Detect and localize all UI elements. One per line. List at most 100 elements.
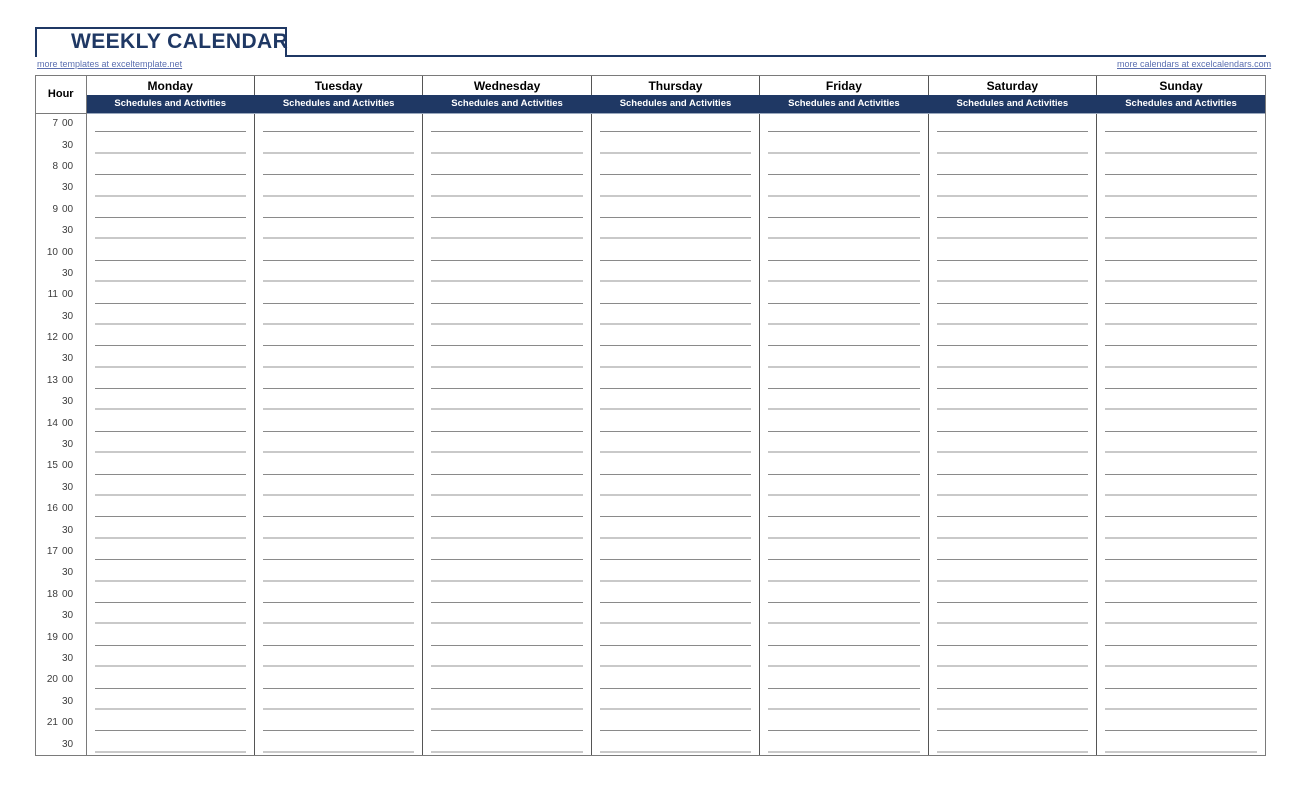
schedule-slot-thursday[interactable]	[591, 455, 761, 477]
schedule-slot-wednesday[interactable]	[422, 626, 592, 648]
schedule-slot-tuesday[interactable]	[254, 241, 424, 263]
schedule-slot-sunday[interactable]	[1096, 369, 1265, 392]
schedule-slot-friday[interactable]	[759, 476, 929, 499]
schedule-slot-tuesday[interactable]	[254, 669, 424, 691]
schedule-slot-sunday[interactable]	[1096, 669, 1265, 691]
schedule-slot-sunday[interactable]	[1096, 519, 1265, 541]
schedule-slot-saturday[interactable]	[928, 498, 1098, 520]
schedule-slot-friday[interactable]	[759, 262, 929, 285]
schedule-slot-wednesday[interactable]	[422, 733, 592, 755]
schedule-slot-tuesday[interactable]	[254, 198, 424, 220]
schedule-slot-friday[interactable]	[759, 177, 929, 199]
schedule-slot-wednesday[interactable]	[422, 326, 592, 349]
schedule-slot-sunday[interactable]	[1096, 155, 1265, 178]
schedule-slot-wednesday[interactable]	[422, 284, 592, 306]
schedule-slot-friday[interactable]	[759, 219, 929, 242]
schedule-slot-monday[interactable]	[86, 177, 255, 199]
schedule-slot-saturday[interactable]	[928, 412, 1098, 434]
schedule-slot-wednesday[interactable]	[422, 155, 592, 178]
schedule-slot-saturday[interactable]	[928, 305, 1098, 327]
schedule-slot-thursday[interactable]	[591, 262, 761, 285]
schedule-slot-sunday[interactable]	[1096, 305, 1265, 327]
schedule-slot-friday[interactable]	[759, 391, 929, 413]
schedule-slot-friday[interactable]	[759, 669, 929, 691]
schedule-slot-monday[interactable]	[86, 326, 255, 349]
schedule-slot-saturday[interactable]	[928, 113, 1098, 135]
schedule-slot-wednesday[interactable]	[422, 540, 592, 563]
schedule-slot-tuesday[interactable]	[254, 562, 424, 584]
schedule-slot-sunday[interactable]	[1096, 626, 1265, 648]
schedule-slot-monday[interactable]	[86, 583, 255, 605]
schedule-slot-thursday[interactable]	[591, 348, 761, 370]
schedule-slot-thursday[interactable]	[591, 134, 761, 156]
schedule-slot-thursday[interactable]	[591, 326, 761, 349]
schedule-slot-tuesday[interactable]	[254, 284, 424, 306]
schedule-slot-saturday[interactable]	[928, 326, 1098, 349]
schedule-slot-sunday[interactable]	[1096, 198, 1265, 220]
schedule-slot-wednesday[interactable]	[422, 241, 592, 263]
schedule-slot-tuesday[interactable]	[254, 604, 424, 627]
schedule-slot-wednesday[interactable]	[422, 348, 592, 370]
schedule-slot-saturday[interactable]	[928, 519, 1098, 541]
schedule-slot-sunday[interactable]	[1096, 455, 1265, 477]
schedule-slot-monday[interactable]	[86, 155, 255, 178]
schedule-slot-sunday[interactable]	[1096, 348, 1265, 370]
schedule-slot-monday[interactable]	[86, 476, 255, 499]
schedule-slot-thursday[interactable]	[591, 476, 761, 499]
schedule-slot-monday[interactable]	[86, 498, 255, 520]
schedule-slot-sunday[interactable]	[1096, 241, 1265, 263]
schedule-slot-monday[interactable]	[86, 305, 255, 327]
schedule-slot-monday[interactable]	[86, 711, 255, 734]
schedule-slot-sunday[interactable]	[1096, 219, 1265, 242]
schedule-slot-sunday[interactable]	[1096, 583, 1265, 605]
schedule-slot-friday[interactable]	[759, 583, 929, 605]
schedule-slot-monday[interactable]	[86, 604, 255, 627]
schedule-slot-wednesday[interactable]	[422, 433, 592, 456]
schedule-slot-monday[interactable]	[86, 241, 255, 263]
schedule-slot-saturday[interactable]	[928, 711, 1098, 734]
schedule-slot-friday[interactable]	[759, 326, 929, 349]
schedule-slot-sunday[interactable]	[1096, 326, 1265, 349]
schedule-slot-friday[interactable]	[759, 305, 929, 327]
schedule-slot-sunday[interactable]	[1096, 690, 1265, 712]
schedule-slot-wednesday[interactable]	[422, 113, 592, 135]
schedule-slot-wednesday[interactable]	[422, 412, 592, 434]
schedule-slot-wednesday[interactable]	[422, 711, 592, 734]
schedule-slot-tuesday[interactable]	[254, 519, 424, 541]
schedule-slot-monday[interactable]	[86, 391, 255, 413]
schedule-slot-tuesday[interactable]	[254, 134, 424, 156]
schedule-slot-wednesday[interactable]	[422, 519, 592, 541]
schedule-slot-tuesday[interactable]	[254, 626, 424, 648]
schedule-slot-monday[interactable]	[86, 455, 255, 477]
schedule-slot-wednesday[interactable]	[422, 391, 592, 413]
schedule-slot-thursday[interactable]	[591, 369, 761, 392]
schedule-slot-thursday[interactable]	[591, 647, 761, 670]
schedule-slot-monday[interactable]	[86, 519, 255, 541]
schedule-slot-sunday[interactable]	[1096, 284, 1265, 306]
schedule-slot-sunday[interactable]	[1096, 134, 1265, 156]
schedule-slot-thursday[interactable]	[591, 690, 761, 712]
schedule-slot-sunday[interactable]	[1096, 113, 1265, 135]
schedule-slot-thursday[interactable]	[591, 519, 761, 541]
schedule-slot-saturday[interactable]	[928, 455, 1098, 477]
schedule-slot-thursday[interactable]	[591, 219, 761, 242]
schedule-slot-tuesday[interactable]	[254, 476, 424, 499]
schedule-slot-friday[interactable]	[759, 369, 929, 392]
schedule-slot-saturday[interactable]	[928, 241, 1098, 263]
schedule-slot-sunday[interactable]	[1096, 604, 1265, 627]
schedule-slot-monday[interactable]	[86, 562, 255, 584]
schedule-slot-saturday[interactable]	[928, 669, 1098, 691]
schedule-slot-friday[interactable]	[759, 498, 929, 520]
schedule-slot-thursday[interactable]	[591, 177, 761, 199]
schedule-slot-monday[interactable]	[86, 369, 255, 392]
schedule-slot-monday[interactable]	[86, 690, 255, 712]
schedule-slot-wednesday[interactable]	[422, 219, 592, 242]
schedule-slot-thursday[interactable]	[591, 604, 761, 627]
schedule-slot-thursday[interactable]	[591, 498, 761, 520]
schedule-slot-wednesday[interactable]	[422, 134, 592, 156]
schedule-slot-wednesday[interactable]	[422, 498, 592, 520]
schedule-slot-thursday[interactable]	[591, 562, 761, 584]
schedule-slot-friday[interactable]	[759, 733, 929, 755]
schedule-slot-saturday[interactable]	[928, 562, 1098, 584]
schedule-slot-thursday[interactable]	[591, 433, 761, 456]
